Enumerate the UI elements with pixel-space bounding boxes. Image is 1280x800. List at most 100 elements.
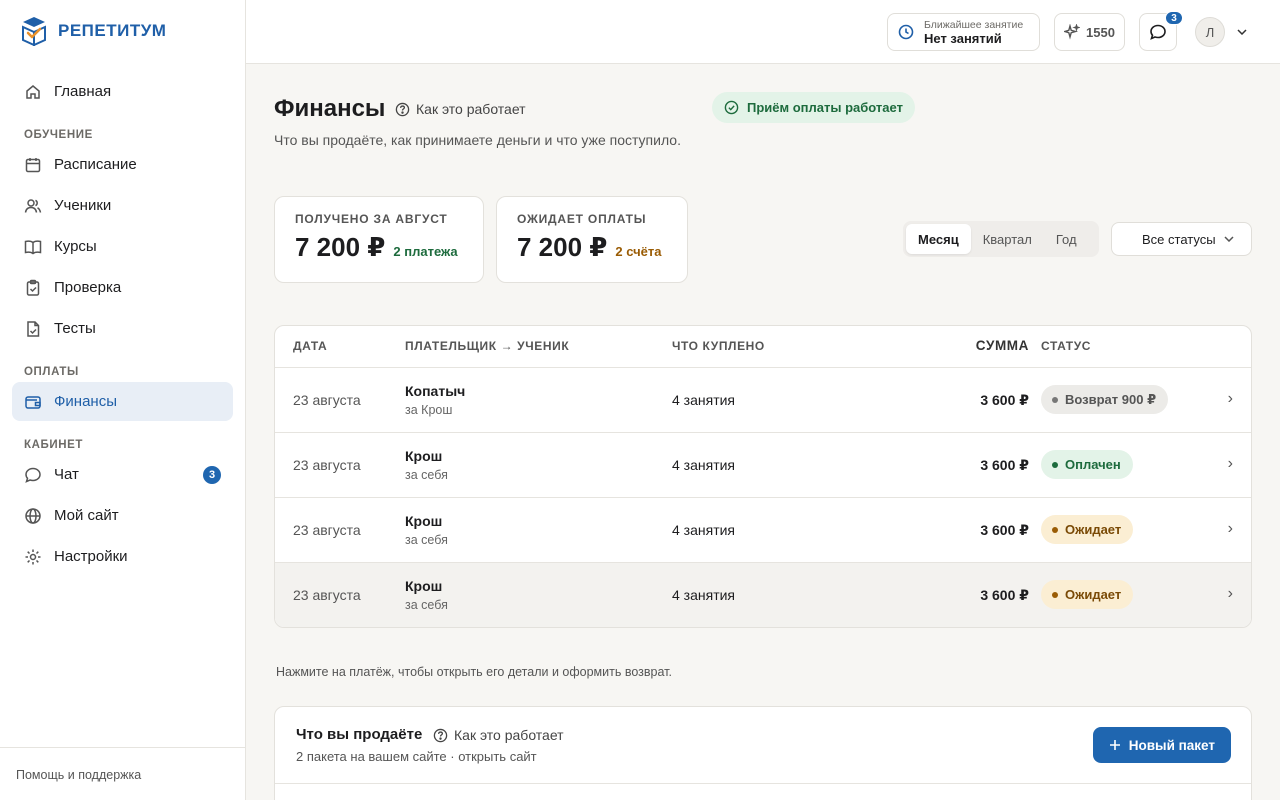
status-filter-select[interactable]: Все статусы	[1111, 222, 1252, 256]
sidebar-item-students[interactable]: Ученики	[12, 186, 233, 225]
how-it-works-label: Как это работает	[416, 101, 526, 117]
brand-logo-icon	[22, 17, 46, 46]
payment-status-text: Приём оплаты работает	[747, 100, 903, 115]
status-dot	[1052, 526, 1058, 533]
table-row[interactable]: 23 августа Крош за себя 4 занятия 3 600 …	[275, 563, 1251, 627]
column-date: ДАТА	[293, 339, 328, 353]
status-dot	[1052, 461, 1058, 468]
sidebar-item-label: Расписание	[54, 156, 137, 173]
period-quarter[interactable]: Квартал	[971, 224, 1044, 254]
home-icon	[24, 83, 42, 101]
status-text: Возврат 900 ₽	[1065, 391, 1157, 407]
sidebar-item-label: Ученики	[54, 197, 112, 214]
chevron-right-icon: ›	[1227, 390, 1233, 407]
points-value: 1550	[1086, 24, 1115, 40]
column-item: ЧТО КУПЛЕНО	[672, 339, 765, 353]
row-payer: Крош	[405, 448, 443, 464]
column-payer: ПЛАТЕЛЬЩИК → УЧЕНИК	[405, 339, 570, 353]
row-payer: Крош	[405, 578, 443, 594]
sidebar-item-my-site[interactable]: Мой сайт	[12, 496, 233, 535]
row-payer-sub: за себя	[405, 533, 448, 547]
chat-notification-badge: 3	[1165, 11, 1183, 25]
sidebar-item-label: Курсы	[54, 238, 97, 255]
sparkle-icon	[1064, 24, 1081, 40]
sidebar: РЕПЕТИТУМ Главная ОБУЧЕНИЕ Расписание Уч…	[0, 0, 246, 800]
page-title: Финансы	[274, 95, 386, 122]
products-subtitle[interactable]: 2 пакета на вашем сайте · открыть сайт	[296, 749, 537, 764]
sidebar-item-label: Проверка	[54, 279, 122, 296]
sidebar-item-tests[interactable]: Тесты	[12, 309, 233, 348]
column-sum: СУММА	[975, 338, 1029, 353]
sidebar-item-label: Чат	[54, 466, 79, 483]
row-date: 23 августа	[293, 522, 361, 538]
status-badge: Оплачен	[1041, 450, 1133, 479]
avatar: Л	[1195, 17, 1225, 47]
sidebar-item-label: Настройки	[54, 548, 128, 565]
products-how-it-works-link[interactable]: Как это работает	[433, 727, 564, 743]
row-payer: Крош	[405, 513, 443, 529]
row-sum: 3 600 ₽	[980, 392, 1029, 408]
status-text: Оплачен	[1065, 457, 1121, 472]
row-sum: 3 600 ₽	[980, 457, 1029, 473]
user-menu[interactable]: Л	[1195, 17, 1247, 47]
row-payer-sub: за себя	[405, 468, 448, 482]
status-dot	[1052, 396, 1058, 403]
plus-icon	[1109, 740, 1120, 750]
sidebar-item-settings[interactable]: Настройки	[12, 537, 233, 576]
new-package-button[interactable]: Новый пакет	[1092, 727, 1231, 763]
clock-icon	[898, 24, 914, 40]
next-lesson-label: Ближайшее занятие	[924, 18, 1024, 31]
chevron-right-icon: ›	[1227, 455, 1233, 472]
status-dot	[1052, 591, 1058, 598]
table-row[interactable]: 23 августа Крош за себя 4 занятия 3 600 …	[275, 498, 1251, 563]
sidebar-item-chat[interactable]: Чат 3	[12, 455, 233, 494]
row-sum: 3 600 ₽	[980, 587, 1029, 603]
new-package-label: Новый пакет	[1128, 737, 1215, 753]
status-filter-value: Все статусы	[1142, 231, 1216, 247]
period-month[interactable]: Месяц	[906, 224, 971, 254]
status-badge: Возврат 900 ₽	[1041, 385, 1169, 414]
chat-icon	[24, 466, 42, 484]
help-support-link[interactable]: Помощь и поддержка	[0, 747, 245, 800]
pending-summary-card: ОЖИДАЕТ ОПЛАТЫ 7 200 ₽ 2 счёта	[496, 196, 688, 283]
next-lesson-widget[interactable]: Ближайшее занятие Нет занятий	[887, 13, 1040, 51]
status-text: Ожидает	[1065, 587, 1122, 602]
points-widget[interactable]: 1550	[1054, 13, 1125, 51]
chevron-right-icon: ›	[1227, 585, 1233, 602]
table-hint: Нажмите на платёж, чтобы открыть его дет…	[276, 665, 672, 679]
chat-button[interactable]: 3	[1139, 11, 1183, 51]
sidebar-item-label: Финансы	[54, 393, 117, 410]
pending-label: ОЖИДАЕТ ОПЛАТЫ	[517, 212, 647, 226]
book-icon	[24, 238, 42, 256]
row-date: 23 августа	[293, 457, 361, 473]
how-it-works-link[interactable]: Как это работает	[395, 101, 526, 117]
help-circle-icon	[433, 728, 448, 742]
row-item: 4 занятия	[672, 457, 736, 473]
sidebar-item-schedule[interactable]: Расписание	[12, 145, 233, 184]
brand-logo[interactable]: РЕПЕТИТУМ	[20, 16, 166, 46]
sidebar-item-home[interactable]: Главная	[12, 72, 233, 111]
sidebar-item-review[interactable]: Проверка	[12, 268, 233, 307]
wallet-icon	[24, 393, 42, 411]
help-circle-icon	[395, 102, 410, 116]
table-row[interactable]: 23 августа Копатыч за Крош 4 занятия 3 6…	[275, 368, 1251, 433]
sidebar-item-finance[interactable]: Финансы	[12, 382, 233, 421]
section-title-payments: ОПЛАТЫ	[24, 366, 79, 378]
chat-icon	[1150, 24, 1166, 40]
clipboard-icon	[24, 279, 42, 297]
payments-table: ДАТА ПЛАТЕЛЬЩИК → УЧЕНИК ЧТО КУПЛЕНО СУМ…	[274, 325, 1252, 628]
topbar: Ближайшее занятие Нет занятий 1550 3 Л	[246, 0, 1280, 64]
row-payer-sub: за себя	[405, 598, 448, 612]
products-title: Что вы продаёте	[296, 726, 423, 743]
received-label: ПОЛУЧЕНО ЗА АВГУСТ	[295, 212, 448, 226]
received-note: 2 платежа	[393, 244, 458, 259]
period-year[interactable]: Год	[1044, 224, 1089, 254]
gear-icon	[24, 548, 42, 566]
table-row[interactable]: 23 августа Крош за себя 4 занятия 3 600 …	[275, 433, 1251, 498]
received-value: 7 200 ₽	[295, 232, 386, 262]
globe-icon	[24, 507, 42, 525]
section-title-cabinet: КАБИНЕТ	[24, 439, 84, 451]
row-payer-sub: за Крош	[405, 403, 453, 417]
chevron-down-icon	[1237, 29, 1247, 35]
sidebar-item-courses[interactable]: Курсы	[12, 227, 233, 266]
